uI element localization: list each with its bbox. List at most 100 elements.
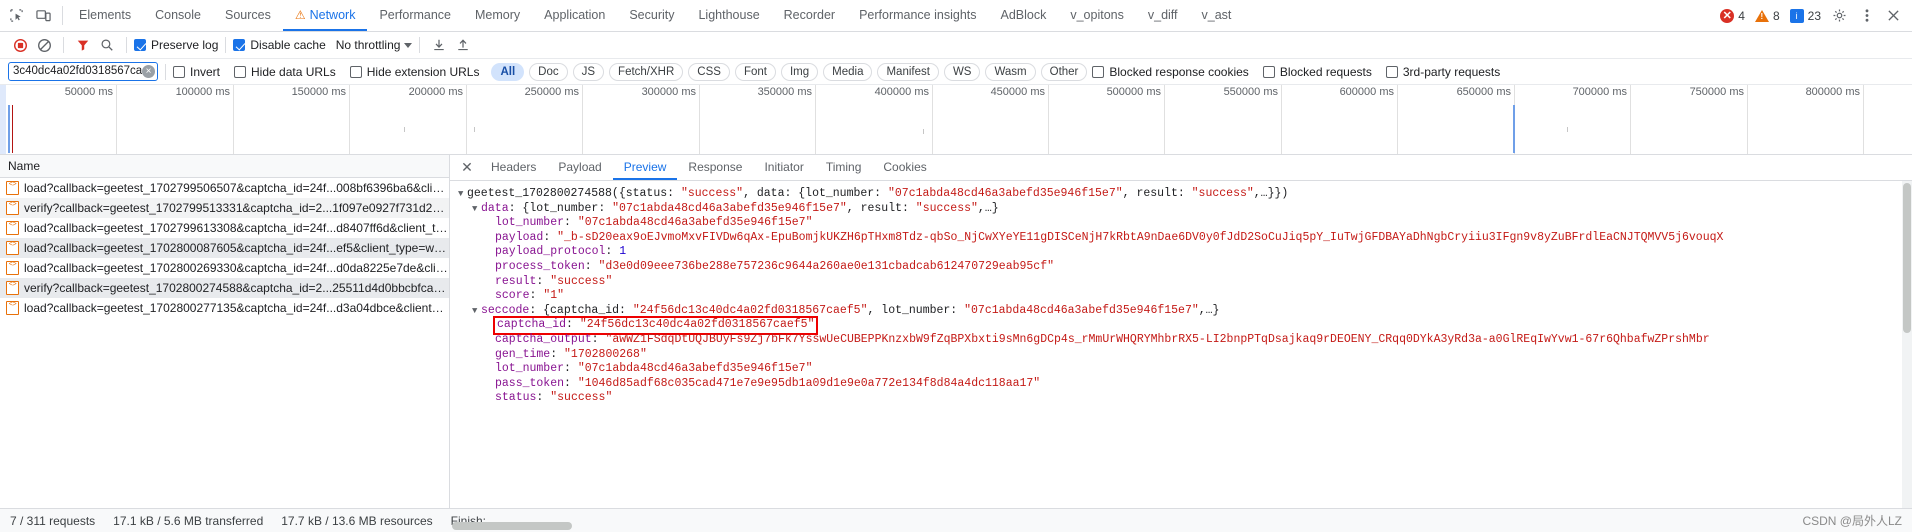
tab-recorder[interactable]: Recorder <box>772 0 847 31</box>
settings-gear-icon[interactable] <box>1831 7 1848 24</box>
third-party-requests-label: 3rd-party requests <box>1402 64 1501 79</box>
tab-elements[interactable]: Elements <box>67 0 143 31</box>
tab-adblock[interactable]: AdBlock <box>989 0 1059 31</box>
disclosure-triangle-icon[interactable]: ▼ <box>472 202 481 217</box>
tab-network[interactable]: ⚠ Network <box>282 0 368 31</box>
hide-extension-urls-checkbox[interactable]: Hide extension URLs <box>349 65 479 79</box>
preview-hscroll-thumb[interactable] <box>452 522 572 530</box>
chevron-down-icon <box>404 42 413 48</box>
device-toolbar-icon[interactable] <box>35 7 52 24</box>
third-party-requests-checkbox[interactable]: 3rd-party requests <box>1385 64 1501 79</box>
export-har-icon[interactable] <box>451 34 475 56</box>
tab-security[interactable]: Security <box>617 0 686 31</box>
import-har-icon[interactable] <box>427 34 451 56</box>
type-filter-wasm[interactable]: Wasm <box>985 62 1036 81</box>
devtools-tab-group: Elements Console Sources ⚠ Network Performanc… <box>67 0 1243 31</box>
hide-data-urls-checkbox[interactable]: Hide data URLs <box>234 65 336 79</box>
type-filter-media[interactable]: Media <box>823 62 873 81</box>
invert-checkbox[interactable]: Invert <box>173 65 220 79</box>
table-row[interactable]: verify?callback=geetest_1702800274588&ca… <box>0 278 449 298</box>
third-party-requests-box <box>1385 65 1398 78</box>
record-stop-icon[interactable] <box>8 34 32 56</box>
table-row[interactable]: load?callback=geetest_1702800269330&capt… <box>0 258 449 278</box>
script-file-icon <box>6 241 19 255</box>
preview-horizontal-scrollbar[interactable] <box>452 522 1902 530</box>
type-filter-ws[interactable]: WS <box>943 62 981 81</box>
disable-cache-checkbox[interactable]: Disable cache <box>233 38 326 52</box>
tab-application[interactable]: Application <box>532 0 617 31</box>
tab-console[interactable]: Console <box>143 0 213 31</box>
tab-lighthouse[interactable]: Lighthouse <box>686 0 771 31</box>
type-filter-js[interactable]: JS <box>572 62 605 81</box>
preview-json-viewer[interactable]: ▼ geetest_1702800274588({status: "success… <box>450 181 1912 508</box>
disable-cache-label: Disable cache <box>250 38 326 52</box>
warning-counter[interactable]: 8 <box>1754 9 1780 23</box>
clear-filter-icon[interactable]: × <box>142 65 155 78</box>
overview-tick-label: 250000 ms <box>524 86 579 98</box>
detail-tab-headers[interactable]: Headers <box>480 155 547 180</box>
clear-network-icon[interactable] <box>32 34 56 56</box>
info-counter[interactable]: i 23 <box>1789 8 1821 23</box>
close-detail-icon[interactable]: ✕ <box>454 155 480 180</box>
filter-input[interactable]: 3c40dc4a02fd0318567caef5 <box>13 63 142 80</box>
type-filter-font[interactable]: Font <box>734 62 776 81</box>
request-list-header[interactable]: Name <box>0 155 449 178</box>
json-line-content: result: "success" <box>495 275 612 288</box>
json-string: "07c1abda48cd46a3abefd35e946f15e7" <box>577 362 813 376</box>
preview-scroll-thumb[interactable] <box>1903 183 1911 333</box>
json-punct: , data: {lot_number: <box>743 187 888 200</box>
json-line-content: data: {lot_number: "07c1abda48cd46a3abef… <box>481 202 999 215</box>
preview-vertical-scrollbar[interactable] <box>1902 181 1912 508</box>
json-string: "24f56dc13c40dc4a02fd0318567caef5" <box>579 318 815 332</box>
overview-tick: 150000 ms <box>292 85 350 154</box>
tab-v-diff[interactable]: v_diff <box>1136 0 1190 31</box>
detail-tab-cookies[interactable]: Cookies <box>872 155 937 180</box>
blocked-response-cookies-checkbox[interactable]: Blocked response cookies <box>1092 65 1249 79</box>
tab-performance[interactable]: Performance <box>367 0 463 31</box>
type-filter-img[interactable]: Img <box>780 62 819 81</box>
json-line-content: seccode: {captcha_id: "24f56dc13c40dc4a0… <box>481 304 1219 317</box>
overview-tick-label: 500000 ms <box>1106 86 1161 98</box>
overview-selection-handle[interactable] <box>0 85 6 154</box>
close-devtools-icon[interactable] <box>1885 7 1902 24</box>
filter-funnel-icon[interactable] <box>71 34 95 56</box>
invert-label: Invert <box>190 64 221 79</box>
type-filter-all[interactable]: All <box>491 62 525 81</box>
preserve-log-checkbox[interactable]: Preserve log <box>134 38 218 52</box>
type-filter-doc[interactable]: Doc <box>529 62 568 81</box>
inspect-element-icon[interactable] <box>8 7 25 24</box>
disclosure-triangle-icon[interactable]: ▼ <box>458 187 467 202</box>
tab-v-opitons[interactable]: v_opitons <box>1058 0 1136 31</box>
tab-performance-insights[interactable]: Performance insights <box>847 0 988 31</box>
type-filter-fetch-xhr[interactable]: Fetch/XHR <box>609 62 684 81</box>
throttling-dropdown[interactable]: No throttling <box>336 38 413 52</box>
tab-v-ast[interactable]: v_ast <box>1190 0 1244 31</box>
detail-tab-timing[interactable]: Timing <box>815 155 873 180</box>
type-filter-css[interactable]: CSS <box>688 62 730 81</box>
tab-memory[interactable]: Memory <box>463 0 532 31</box>
blocked-requests-checkbox[interactable]: Blocked requests <box>1262 65 1372 79</box>
filter-input-wrapper[interactable]: 3c40dc4a02fd0318567caef5 × <box>8 62 158 81</box>
detail-tab-preview[interactable]: Preview <box>612 155 678 180</box>
disclosure-triangle-icon[interactable]: ▼ <box>472 304 481 319</box>
detail-tab-payload[interactable]: Payload <box>547 155 612 180</box>
search-icon[interactable] <box>95 34 119 56</box>
warning-icon <box>1754 9 1769 22</box>
error-counter[interactable]: ✕ 4 <box>1720 8 1745 23</box>
json-line: lot_number: "07c1abda48cd46a3abefd35e946… <box>458 216 1912 231</box>
table-row[interactable]: verify?callback=geetest_1702799513331&ca… <box>0 198 449 218</box>
table-row[interactable]: load?callback=geetest_1702799506507&capt… <box>0 178 449 198</box>
detail-tab-response[interactable]: Response <box>677 155 753 180</box>
more-options-icon[interactable] <box>1858 7 1875 24</box>
network-overview-timeline[interactable]: 50000 ms 100000 ms 150000 ms 200000 ms 25000… <box>0 85 1912 155</box>
detail-tab-initiator[interactable]: Initiator <box>753 155 814 180</box>
table-row[interactable]: load?callback=geetest_1702799613308&capt… <box>0 218 449 238</box>
table-row[interactable]: load?callback=geetest_1702800277135&capt… <box>0 298 449 318</box>
overview-marker <box>404 127 405 132</box>
tab-sources[interactable]: Sources <box>213 0 283 31</box>
type-filter-other[interactable]: Other <box>1040 62 1088 81</box>
table-row[interactable]: load?callback=geetest_1702800087605&capt… <box>0 238 449 258</box>
overview-tick-label: 400000 ms <box>874 86 929 98</box>
type-filter-manifest[interactable]: Manifest <box>877 62 939 81</box>
blocked-response-cookies-box <box>1092 65 1105 78</box>
